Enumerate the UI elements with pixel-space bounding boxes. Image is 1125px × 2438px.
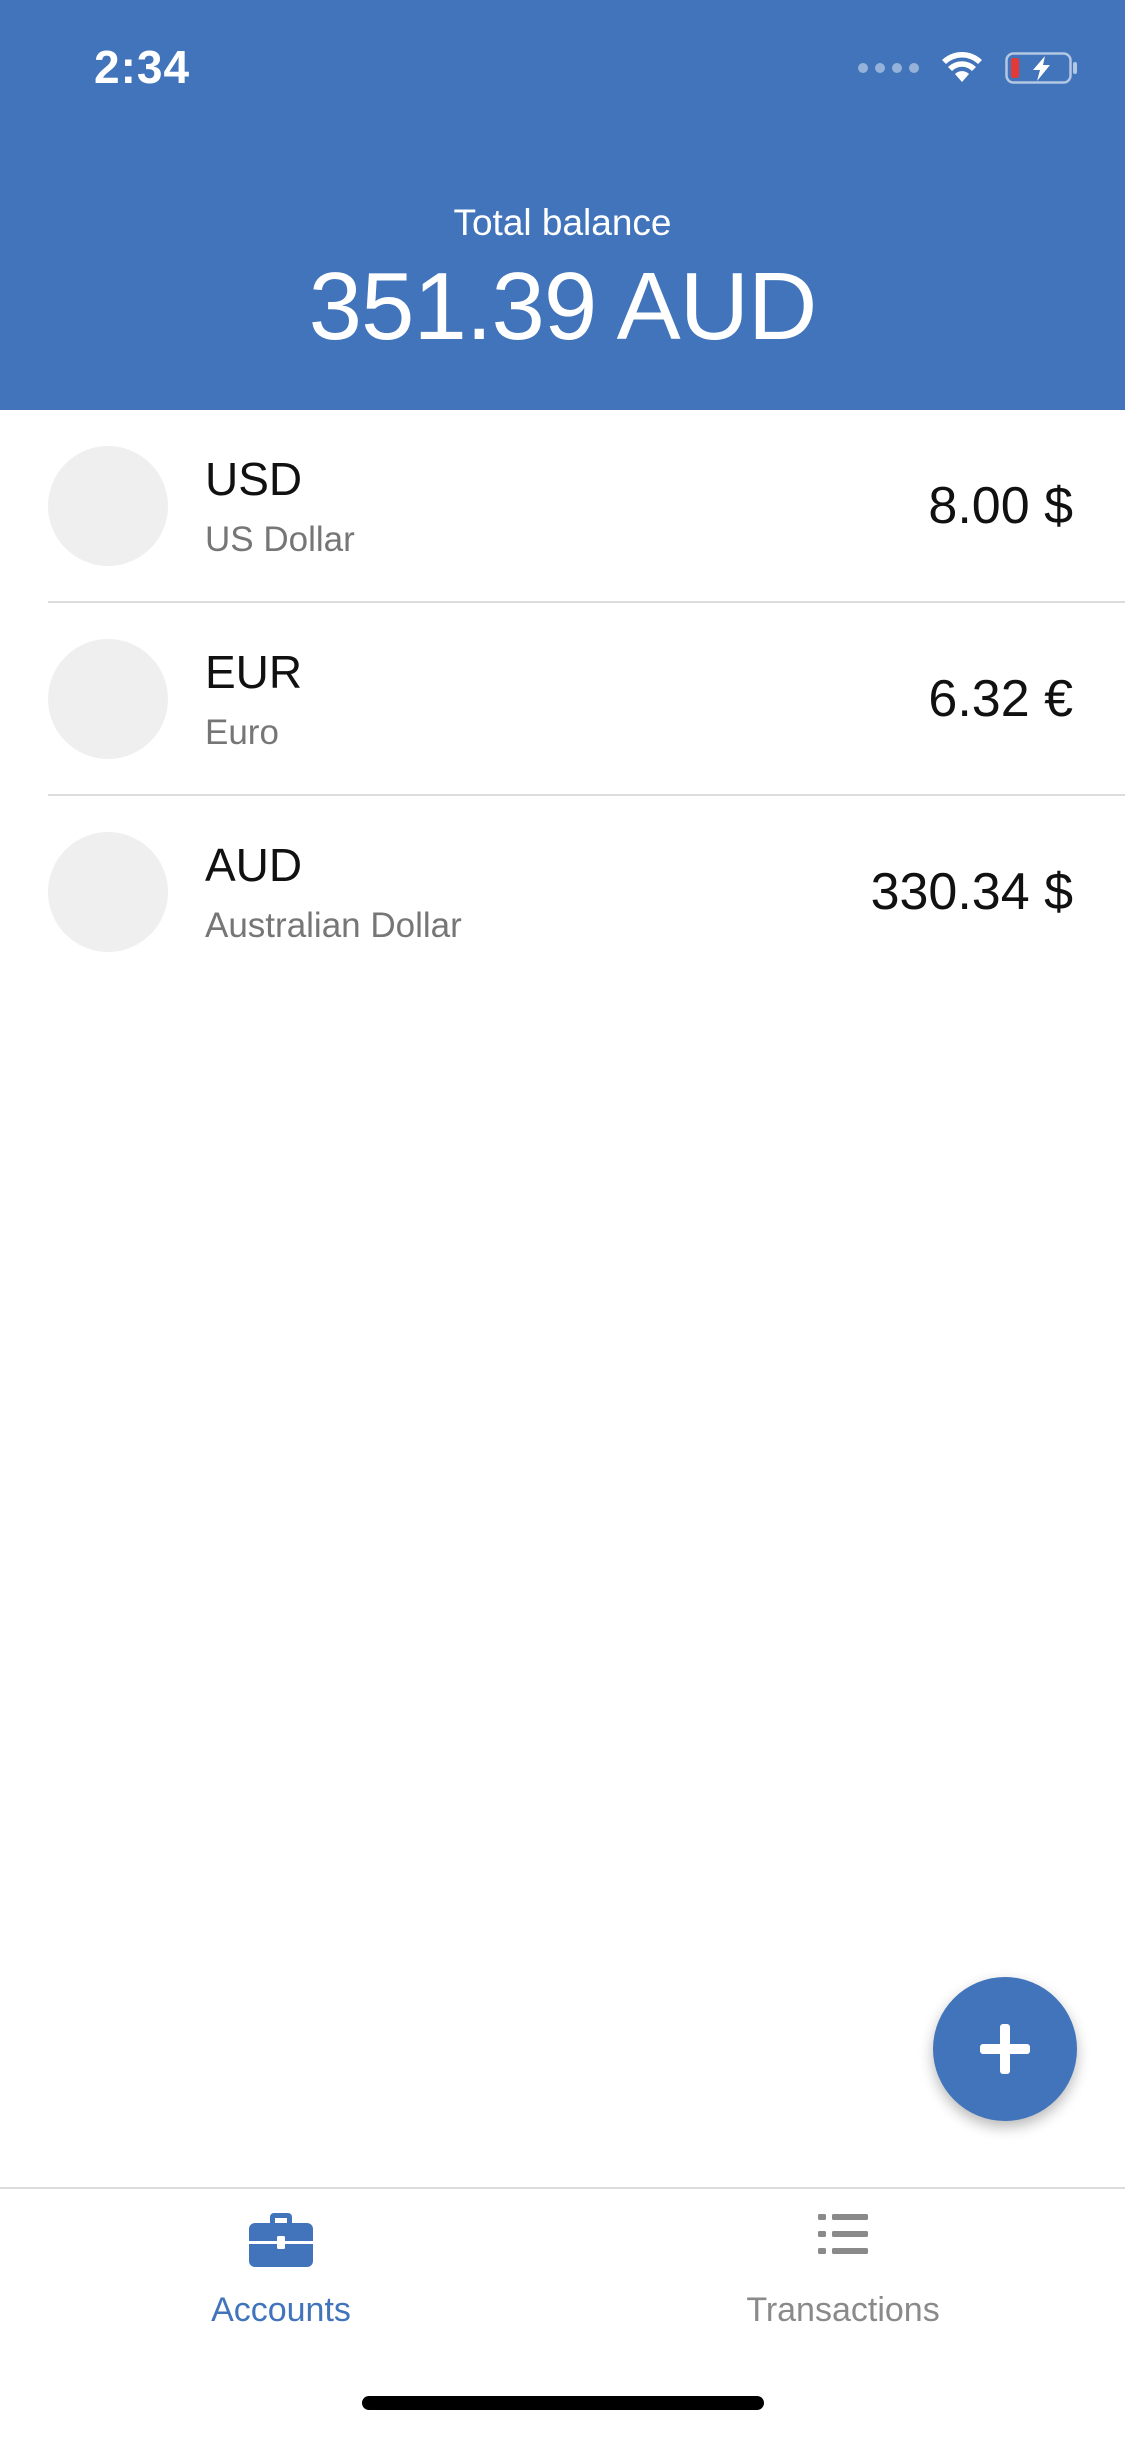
tab-transactions-label: Transactions xyxy=(746,2291,940,2329)
total-balance-amount: 351.39 AUD xyxy=(308,253,818,360)
currency-code: USD xyxy=(205,453,303,505)
cellular-signal-icon xyxy=(858,63,919,73)
wifi-icon xyxy=(942,52,982,82)
home-indicator[interactable] xyxy=(362,2396,764,2410)
account-row-usd[interactable]: USD US Dollar 8.00 $ xyxy=(0,410,1125,603)
battery-charging-icon xyxy=(1005,52,1077,84)
total-balance-label: Total balance xyxy=(453,202,672,243)
add-account-button[interactable] xyxy=(933,1977,1077,2121)
tab-transactions[interactable]: Transactions xyxy=(562,2189,1124,2339)
currency-name: Australian Dollar xyxy=(205,906,462,945)
currency-avatar xyxy=(48,832,168,952)
briefcase-icon xyxy=(249,2213,313,2267)
account-balance: 330.34 $ xyxy=(870,863,1073,921)
status-time: 2:34 xyxy=(94,41,191,93)
currency-code: AUD xyxy=(205,839,303,891)
currency-avatar xyxy=(48,639,168,759)
currency-code: EUR xyxy=(205,646,303,698)
account-balance: 8.00 $ xyxy=(928,477,1073,535)
plus-icon xyxy=(980,2024,1030,2074)
account-row-aud[interactable]: AUD Australian Dollar 330.34 $ xyxy=(0,796,1125,989)
balance-header: 2:34 Total balance 351.39 AUD xyxy=(0,0,1125,410)
currency-name: US Dollar xyxy=(205,520,355,559)
list-icon xyxy=(818,2214,868,2254)
account-row-eur[interactable]: EUR Euro 6.32 € xyxy=(0,603,1125,796)
status-indicators xyxy=(858,48,1079,88)
currency-name: Euro xyxy=(205,713,279,752)
tab-accounts[interactable]: Accounts xyxy=(0,2189,562,2339)
accounts-list: USD US Dollar 8.00 $ EUR Euro 6.32 € AUD… xyxy=(0,410,1125,989)
currency-avatar xyxy=(48,446,168,566)
tab-accounts-label: Accounts xyxy=(211,2291,351,2329)
account-balance: 6.32 € xyxy=(928,670,1073,728)
